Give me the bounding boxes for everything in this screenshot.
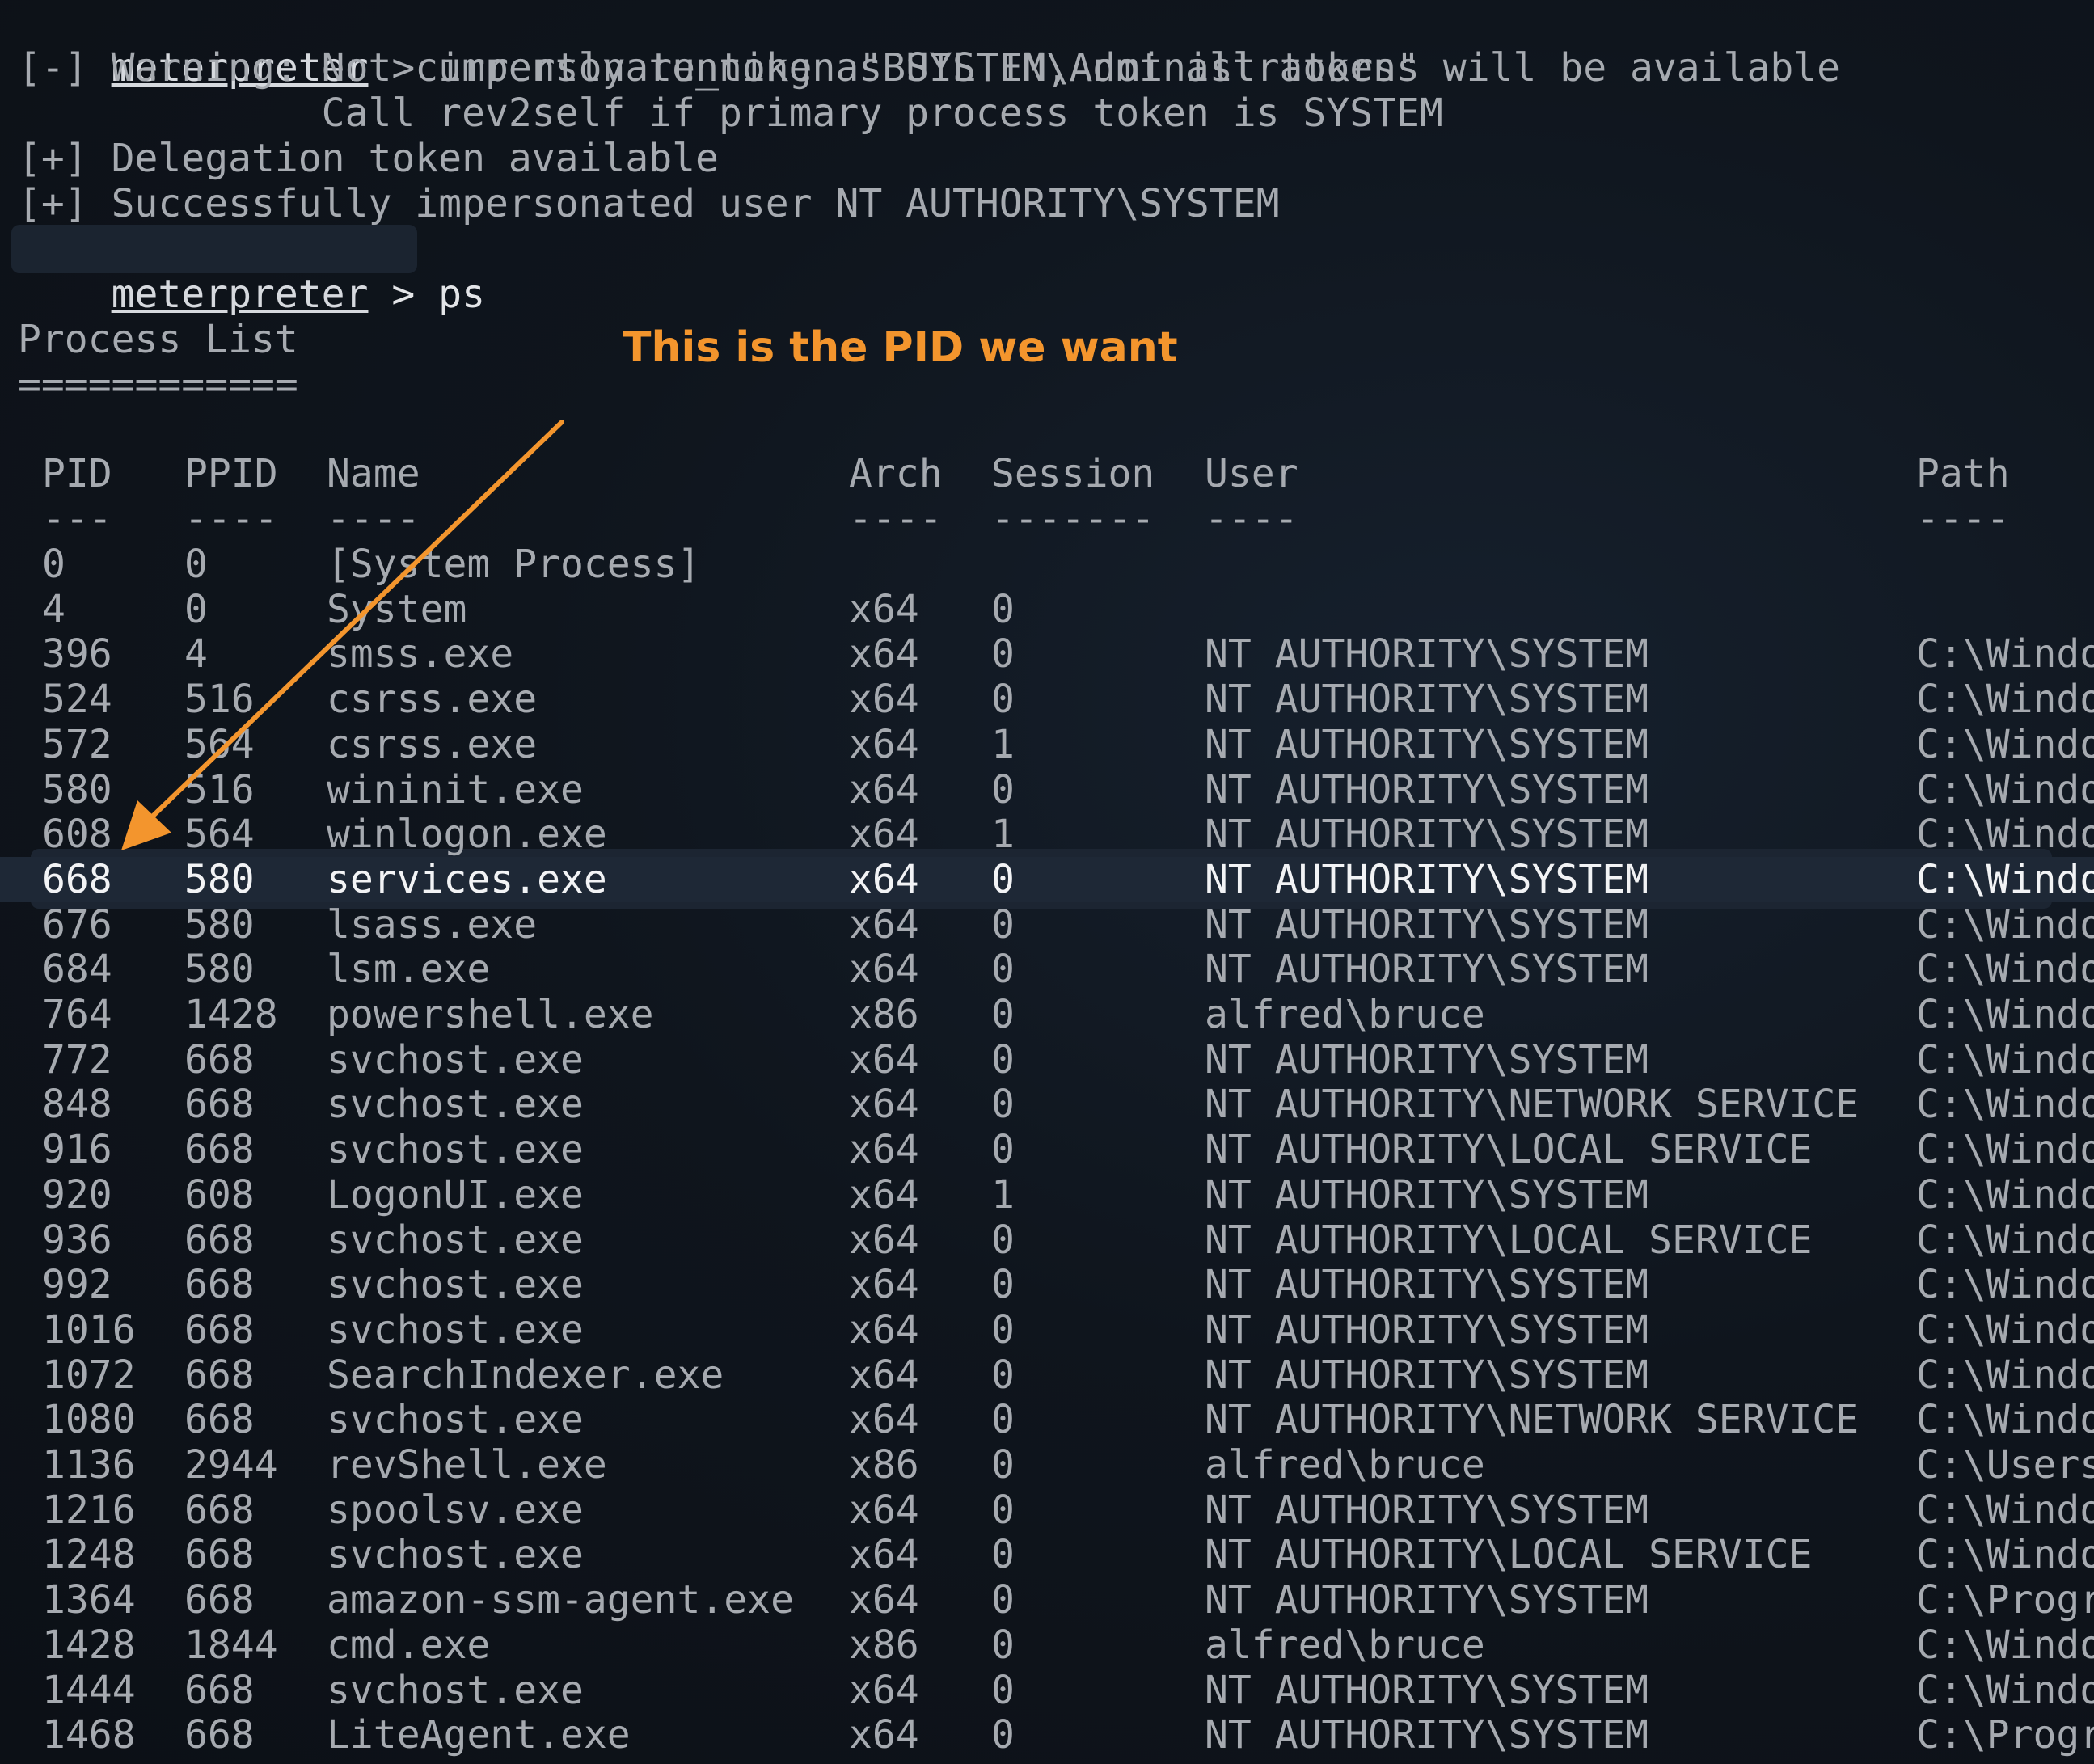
terminal-window[interactable]: meterpreter > impersonate_token "BUILTIN… — [0, 0, 2094, 1764]
annotation-arrow-icon — [121, 420, 564, 850]
